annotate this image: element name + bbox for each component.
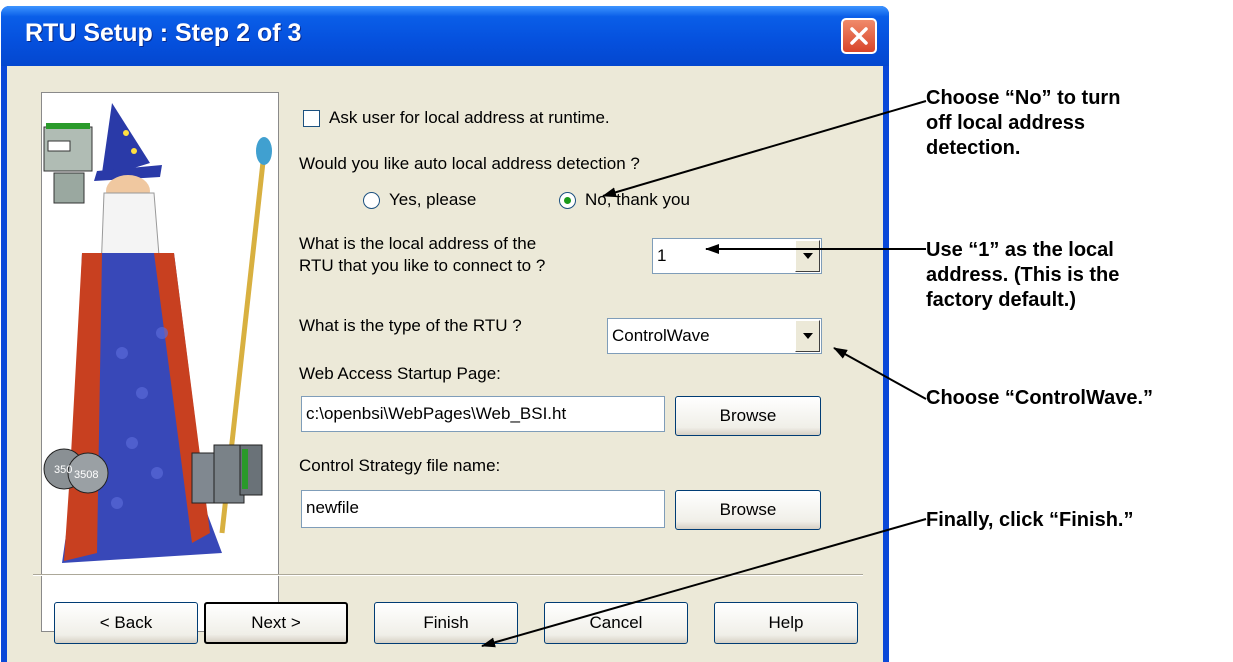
annotation-arrows xyxy=(481,100,927,648)
arrow-finish xyxy=(481,518,927,648)
arrow-no-detect xyxy=(602,100,927,198)
arrow-controlwave xyxy=(833,347,927,400)
